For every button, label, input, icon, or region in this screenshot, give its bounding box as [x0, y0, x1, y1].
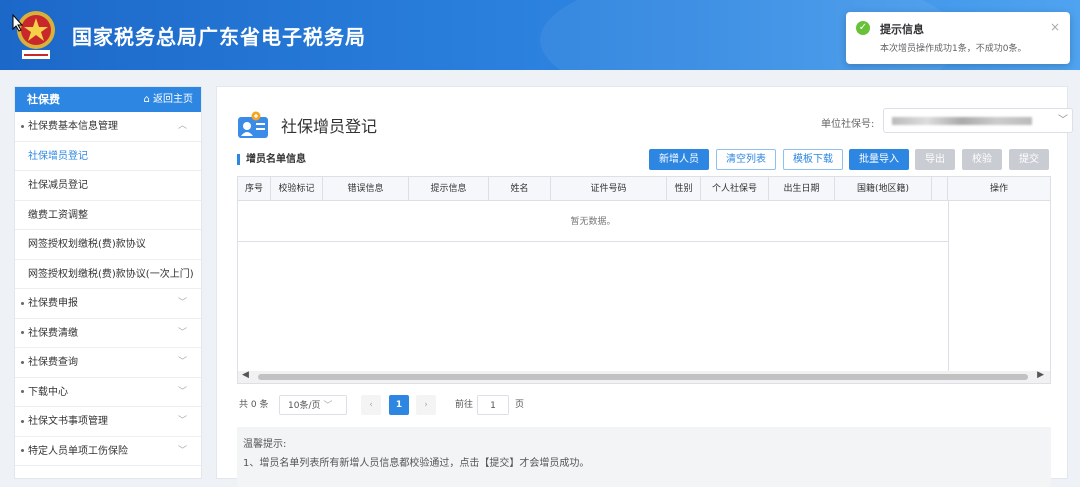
tips-box: 温馨提示: 1、增员名单列表所有新增人员信息都校验通过，点击【提交】才会增员成功… [237, 427, 1051, 487]
sidebar-item-debit-agreement-onsite[interactable]: 网签授权划缴税(费)款协议(一次上门) [15, 260, 201, 289]
column-header[interactable]: 个人社保号 [701, 177, 769, 201]
sidebar-item-wage-adjust[interactable]: 缴费工资调整 [15, 201, 201, 230]
next-page-button[interactable]: › [416, 395, 436, 415]
sidebar-item-label: 社保费清缴 [28, 327, 78, 339]
sidebar-item-label: 社保文书事项管理 [28, 416, 108, 427]
column-header[interactable]: 错误信息 [323, 177, 409, 201]
chevron-down-icon: ﹀ [177, 357, 187, 367]
column-header [932, 177, 948, 201]
site-header: 国家税务总局广东省电子税务局 ✓ 提示信息 本次增员操作成功1条，不成功0条。 … [0, 0, 1080, 70]
scrollbar-thumb[interactable] [258, 374, 1028, 380]
tips-line: 1、增员名单列表所有新增人员信息都校验通过，点击【提交】才会增员成功。 [243, 458, 590, 469]
bullet-icon [21, 360, 24, 364]
scroll-left-icon[interactable]: ◀ [242, 370, 249, 380]
batch-import-button[interactable]: 批量导入 [849, 149, 909, 170]
sidebar-group-clearance[interactable]: 社保费清缴 ﹀ [15, 319, 201, 348]
home-link-label: 返回主页 [153, 94, 193, 105]
column-header[interactable]: 姓名 [489, 177, 551, 201]
sidebar-item-label: 社保费查询 [28, 357, 78, 368]
bullet-icon [21, 331, 24, 334]
bullet-icon [21, 419, 24, 423]
page-size-value: 10条/页 [288, 401, 321, 411]
prev-page-button[interactable]: ‹ [361, 395, 381, 415]
main-panel: 社保增员登记 单位社保号: ﹀ 增员名单信息 新增人员 清空列表 模板下载 批量… [216, 86, 1073, 487]
unit-social-no-select[interactable]: ﹀ [883, 108, 1073, 133]
empty-placeholder: 暂无数据。 [238, 202, 948, 242]
sidebar-item-label: 社保减员登记 [28, 180, 88, 191]
goto-page-input[interactable]: 1 [477, 395, 509, 415]
sidebar-item-label: 下载中心 [28, 386, 68, 398]
home-link[interactable]: ⌂ 返回主页 [143, 87, 193, 112]
tips-title: 温馨提示: [243, 439, 287, 450]
page-title: 社保增员登记 [281, 117, 378, 136]
redacted-value [892, 117, 1032, 125]
site-title: 国家税务总局广东省电子税务局 [72, 25, 366, 49]
sidebar-item-label: 社保增员登记 [28, 150, 88, 162]
sidebar-item-add-staff[interactable]: 社保增员登记 [15, 142, 201, 171]
submit-button[interactable]: 提交 [1009, 149, 1049, 170]
column-header[interactable]: 出生日期 [769, 177, 835, 201]
section-title: 增员名单信息 [237, 154, 306, 165]
mouse-cursor-icon [12, 14, 24, 32]
scroll-right-icon[interactable]: ▶ [1037, 370, 1044, 380]
add-staff-button[interactable]: 新增人员 [649, 149, 709, 170]
bullet-icon [21, 449, 24, 452]
sidebar-group-documents[interactable]: 社保文书事项管理 ﹀ [15, 407, 201, 437]
sidebar: 社保费 ⌂ 返回主页 社保费基本信息管理 ︿ 社保增员登记 社保减员登记 缴费工资… [14, 86, 202, 479]
sidebar-group-download[interactable]: 下载中心 ﹀ [15, 378, 201, 407]
home-icon: ⌂ [143, 94, 153, 105]
fixed-column-divider [948, 201, 949, 373]
verify-button[interactable]: 校验 [962, 149, 1002, 170]
chevron-down-icon: ﹀ [177, 445, 187, 456]
sidebar-header: 社保费 ⌂ 返回主页 [15, 87, 201, 112]
notification-toast: ✓ 提示信息 本次增员操作成功1条，不成功0条。 × [846, 12, 1070, 64]
current-page[interactable]: 1 [389, 395, 409, 415]
column-header[interactable]: 操作 [948, 177, 1050, 201]
export-button[interactable]: 导出 [915, 149, 955, 170]
sidebar-item-label: 网签授权划缴税(费)款协议 [28, 239, 146, 250]
sidebar-item-label: 社保费基本信息管理 [28, 121, 118, 132]
column-header[interactable]: 国籍(地区籍) [835, 177, 932, 201]
toast-title: 提示信息 [880, 23, 924, 36]
column-header[interactable]: 性别 [667, 177, 701, 201]
horizontal-scrollbar[interactable]: ◀ ▶ [238, 370, 1050, 383]
table-header: 序号 校验标记 错误信息 提示信息 姓名 证件号码 性别 个人社保号 出生日期 … [238, 177, 1050, 201]
toast-message: 本次增员操作成功1条，不成功0条。 [880, 44, 1027, 54]
sidebar-item-label: 缴费工资调整 [28, 209, 88, 221]
bullet-icon [21, 390, 24, 393]
page-unit: 页 [515, 400, 525, 410]
chevron-down-icon: ﹀ [177, 386, 187, 397]
template-download-button[interactable]: 模板下载 [783, 149, 843, 170]
chevron-down-icon: ﹀ [323, 401, 333, 411]
chevron-down-icon: ﹀ [1058, 115, 1068, 126]
sidebar-item-label: 特定人员单项工伤保险 [28, 445, 128, 457]
column-header[interactable]: 证件号码 [551, 177, 667, 201]
staff-card-icon [238, 111, 268, 138]
column-header[interactable]: 序号 [238, 177, 271, 201]
bullet-icon [21, 124, 24, 128]
sidebar-group-injury-insurance[interactable]: 特定人员单项工伤保险 ﹀ [15, 437, 201, 466]
sidebar-item-label: 网签授权划缴税(费)款协议(一次上门) [28, 268, 194, 280]
chevron-down-icon: ﹀ [177, 298, 187, 308]
sidebar-group-basic-info[interactable]: 社保费基本信息管理 ︿ [15, 112, 201, 142]
unit-social-no-label: 单位社保号: [821, 119, 875, 130]
chevron-down-icon: ﹀ [177, 416, 187, 426]
staff-table: 序号 校验标记 错误信息 提示信息 姓名 证件号码 性别 个人社保号 出生日期 … [237, 176, 1051, 384]
bullet-icon [21, 301, 24, 305]
column-header[interactable]: 校验标记 [271, 177, 323, 201]
sidebar-title: 社保费 [27, 93, 60, 106]
chevron-down-icon: ﹀ [177, 327, 187, 338]
clear-list-button[interactable]: 清空列表 [716, 149, 776, 170]
sidebar-group-declare[interactable]: 社保费申报 ﹀ [15, 289, 201, 319]
page-size-select[interactable]: 10条/页 ﹀ [279, 395, 347, 415]
sidebar-item-label: 社保费申报 [28, 298, 78, 309]
close-icon[interactable]: × [1050, 20, 1060, 34]
total-count: 共 0 条 [239, 400, 269, 410]
success-check-icon: ✓ [856, 21, 870, 35]
sidebar-item-debit-agreement[interactable]: 网签授权划缴税(费)款协议 [15, 230, 201, 260]
sidebar-item-reduce-staff[interactable]: 社保减员登记 [15, 171, 201, 201]
chevron-up-icon: ︿ [177, 121, 187, 131]
sidebar-group-query[interactable]: 社保费查询 ﹀ [15, 348, 201, 378]
column-header[interactable]: 提示信息 [409, 177, 489, 201]
